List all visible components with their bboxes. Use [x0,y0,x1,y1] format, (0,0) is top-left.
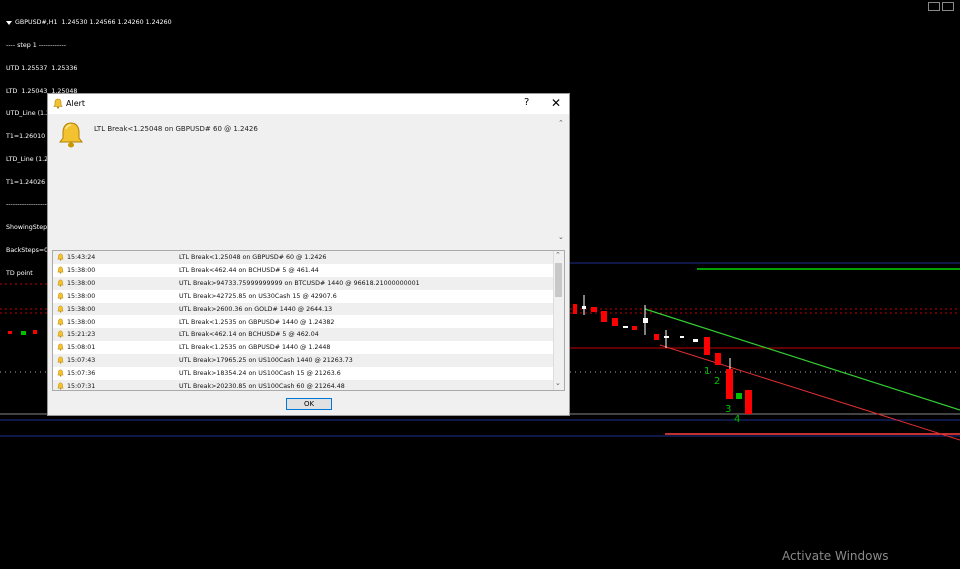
candle [573,304,577,314]
td-label: 4 [734,414,740,425]
candle [704,337,710,355]
history-time: 15:07:31 [67,383,96,390]
td-label: 2 [714,376,720,387]
history-text: UTL Break>42725.85 on US30Cash 15 @ 4290… [179,292,337,300]
history-row[interactable]: 15:43:24 LTL Break<1.25048 on GBPUSD# 60 … [53,251,554,264]
trend-line-red [659,344,960,441]
dropdown-arrow-icon[interactable] [6,20,12,25]
candle [623,326,628,328]
bell-icon [57,279,64,289]
scroll-up-icon[interactable]: ⌃ [555,251,561,259]
bell-icon [57,318,64,328]
history-row[interactable]: 15:38:00 UTL Break>94733.75999999999 on B… [53,276,554,290]
candle [582,306,586,309]
activate-windows-watermark: Activate Windows [782,549,889,563]
history-time: 15:07:43 [67,357,96,365]
candle [601,311,607,322]
candle [693,339,698,342]
td-label: 3 [725,404,731,415]
bell-icon [57,292,64,302]
history-row[interactable]: 15:07:36 UTL Break>18354.24 on US100Cash … [53,367,554,380]
history-row[interactable]: 15:21:23 LTL Break<462.14 on BCHUSD# 5 @ … [53,328,554,342]
bell-icon [57,356,64,366]
dialog-title-bar[interactable]: Alert ? ✕ [48,94,569,114]
history-time: 15:08:01 [67,344,96,352]
bell-icon [57,343,64,353]
history-text: UTL Break>20230.85 on US100Cash 60 @ 212… [179,383,345,390]
bell-icon [57,266,64,276]
history-row[interactable]: 15:07:43 UTL Break>17965.25 on US100Cash … [53,354,554,368]
candle [680,336,684,338]
history-row[interactable]: 15:08:01 LTL Break<1.2535 on GBPUSD# 1440… [53,341,554,354]
scroll-down-icon[interactable]: ⌄ [558,233,564,241]
history-row[interactable]: 15:07:31 UTL Break>20230.85 on US100Cash … [53,380,554,390]
history-time: 15:07:36 [67,370,96,378]
trend-line-green [644,308,960,411]
message-scrollbar[interactable]: ⌃ ⌄ [557,117,567,247]
dialog-title: Alert [66,99,86,108]
bell-icon [57,382,64,390]
candle [612,318,618,326]
history-text: UTL Break>94733.75999999999 on BTCUSD# 1… [179,279,420,287]
candle [33,330,37,334]
candle [715,353,721,365]
chart-window-controls [928,2,954,11]
history-text: LTL Break<1.25048 on GBPUSD# 60 @ 1.2426 [179,254,327,261]
bell-icon [53,98,63,109]
history-time: 15:38:00 [67,292,96,300]
bell-icon [59,122,83,148]
alert-history-list[interactable]: 15:07:31 UTL Break>20230.85 on US100Cash … [52,250,565,391]
scroll-thumb[interactable] [555,263,562,297]
history-text: LTL Break<462.44 on BCHUSD# 5 @ 461.44 [179,266,319,274]
alert-message-area: LTL Break<1.25048 on GBPUSD# 60 @ 1.2426… [52,117,567,247]
history-text: UTL Break>2600.36 on GOLD# 1440 @ 2644.1… [179,305,333,313]
candle [726,369,733,399]
history-time: 15:43:24 [67,254,96,261]
scroll-up-icon[interactable]: ⌃ [558,119,564,127]
bell-icon [57,330,64,340]
candle [8,331,12,334]
candle [745,390,752,414]
scroll-down-icon[interactable]: ⌄ [555,379,561,387]
ok-button[interactable]: OK [286,398,332,410]
history-row[interactable]: 15:38:00 UTL Break>2600.36 on GOLD# 1440 … [53,302,554,316]
history-scrollbar[interactable]: ⌃ ⌄ [553,251,564,390]
close-button[interactable]: ✕ [551,96,561,110]
candle [21,331,26,335]
history-time: 15:21:23 [67,331,96,339]
candle [643,318,648,323]
close-chart-icon[interactable] [942,2,954,11]
history-time: 15:38:00 [67,305,96,313]
history-time: 15:38:00 [67,318,96,326]
bell-icon [57,369,64,379]
restore-icon[interactable] [928,2,940,11]
candle [654,334,659,340]
history-text: UTL Break>17965.25 on US100Cash 1440 @ 2… [179,357,353,365]
history-time: 15:38:00 [67,279,96,287]
history-row[interactable]: 15:38:00 LTL Break<462.44 on BCHUSD# 5 @ … [53,264,554,277]
history-row[interactable]: 15:38:00 UTL Break>42725.85 on US30Cash 1… [53,290,554,303]
history-time: 15:38:00 [67,266,96,274]
history-text: LTL Break<1.2535 on GBPUSD# 1440 @ 1.244… [179,344,331,352]
info-line: UTD 1.25537 1.25336 [6,64,78,72]
bell-icon [57,305,64,315]
help-button[interactable]: ? [524,97,529,108]
td-label: 1 [704,366,710,377]
candle [664,336,669,338]
candle [632,326,637,330]
alert-message: LTL Break<1.25048 on GBPUSD# 60 @ 1.2426 [94,125,258,133]
history-text: UTL Break>18354.24 on US100Cash 15 @ 212… [179,370,341,378]
candle [591,307,597,312]
step-line: ---- step 1 ------------ [6,41,66,49]
history-row[interactable]: 15:38:00 LTL Break<1.2535 on GBPUSD# 1440… [53,316,554,329]
history-text: LTL Break<462.14 on BCHUSD# 5 @ 462.04 [179,331,319,339]
alert-dialog: Alert ? ✕ LTL Break<1.25048 on GBPUSD# 6… [47,93,570,416]
candle [736,393,742,399]
symbol-line: GBPUSD#,H1 1.24530 1.24566 1.24260 1.242… [15,19,172,27]
history-text: LTL Break<1.2535 on GBPUSD# 1440 @ 1.243… [179,318,335,326]
bell-icon [57,253,64,263]
